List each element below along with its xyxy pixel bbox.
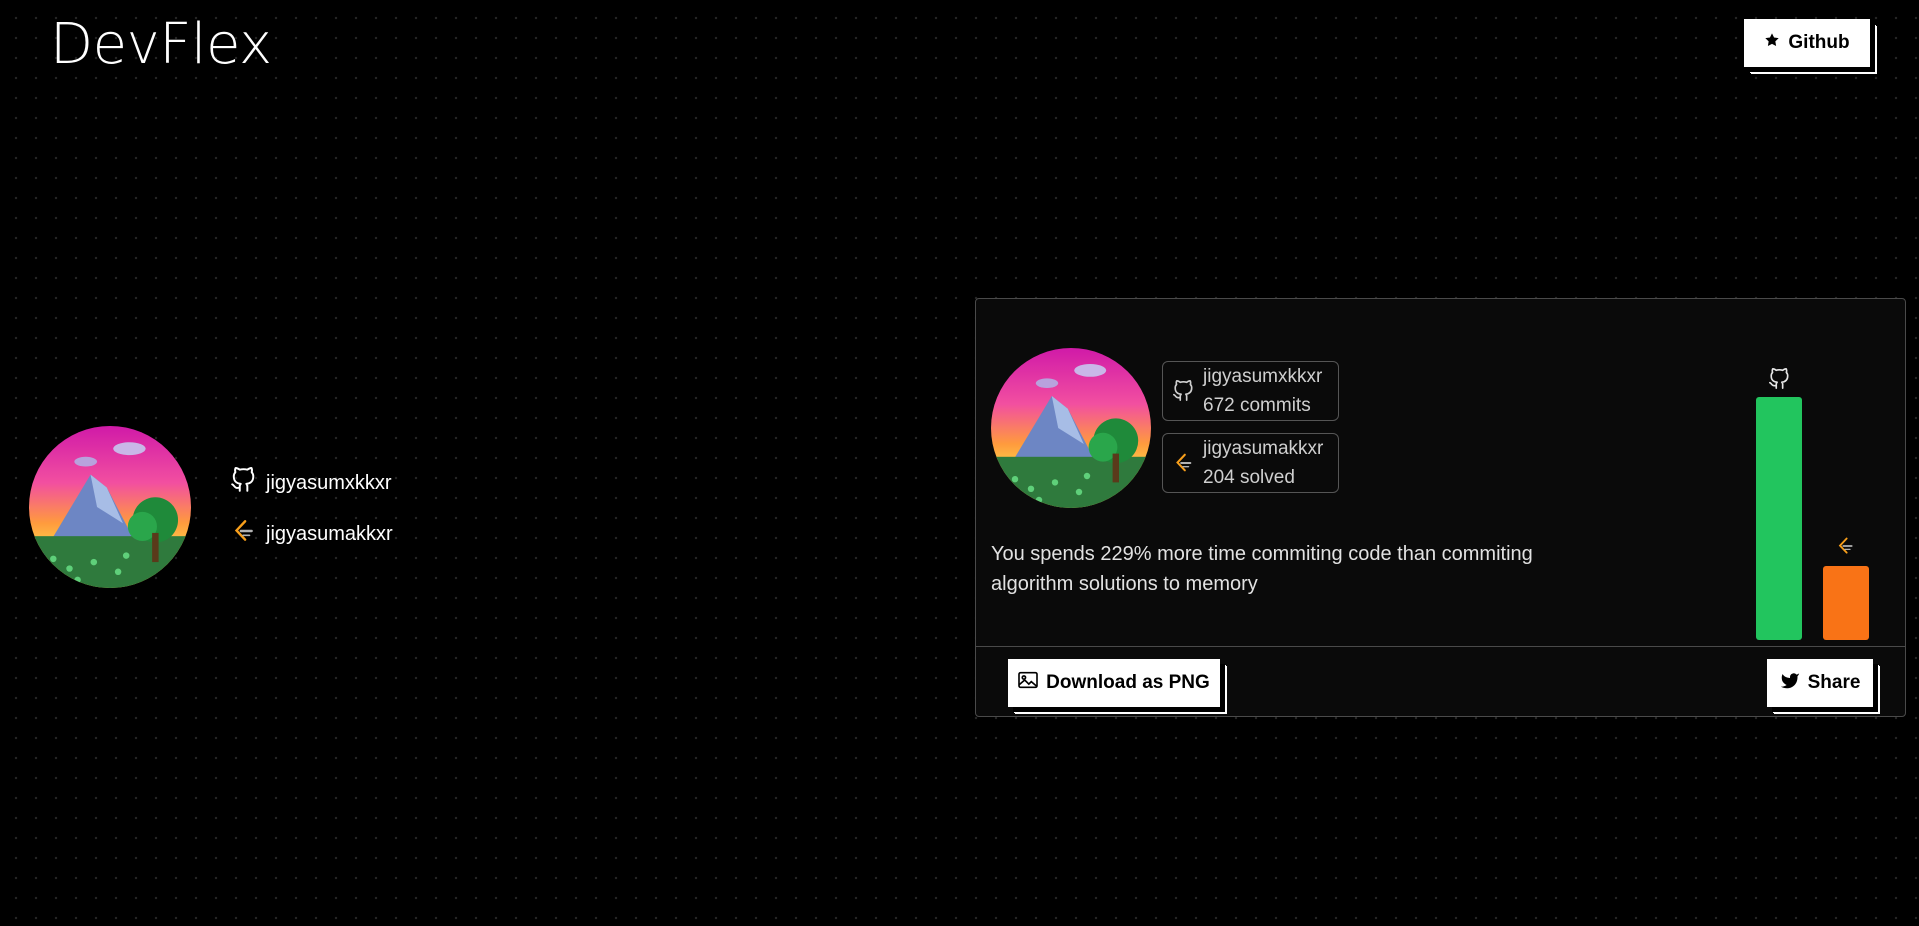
card-divider: [976, 646, 1905, 647]
stats-card: jigyasumxkkxr 672 commits jigyasumakkxr …: [975, 298, 1906, 717]
github-button[interactable]: Github: [1744, 19, 1870, 67]
comparison-chart: [976, 299, 1907, 645]
twitter-icon: [1780, 671, 1800, 695]
chart-bar-leetcode: [1823, 566, 1869, 640]
share-button-label: Share: [1807, 672, 1861, 693]
leetcode-profile-link[interactable]: jigyasumakkxr: [230, 518, 393, 550]
github-icon: [1768, 367, 1790, 396]
star-icon: [1764, 32, 1780, 54]
github-username: jigyasumxkkxr: [266, 471, 392, 494]
chart-bar-github: [1756, 397, 1802, 640]
download-button-label: Download as PNG: [1046, 672, 1210, 693]
app-title: DevFlex: [50, 12, 272, 77]
download-png-button[interactable]: Download as PNG: [1008, 659, 1220, 707]
github-icon: [230, 466, 256, 500]
share-button[interactable]: Share: [1767, 659, 1873, 707]
github-button-label: Github: [1788, 32, 1850, 53]
avatar: [29, 426, 191, 588]
image-icon: [1018, 671, 1038, 695]
leetcode-icon: [1835, 536, 1855, 561]
leetcode-username: jigyasumakkxr: [266, 522, 393, 545]
leetcode-icon: [230, 518, 256, 550]
github-profile-link[interactable]: jigyasumxkkxr: [230, 466, 392, 500]
